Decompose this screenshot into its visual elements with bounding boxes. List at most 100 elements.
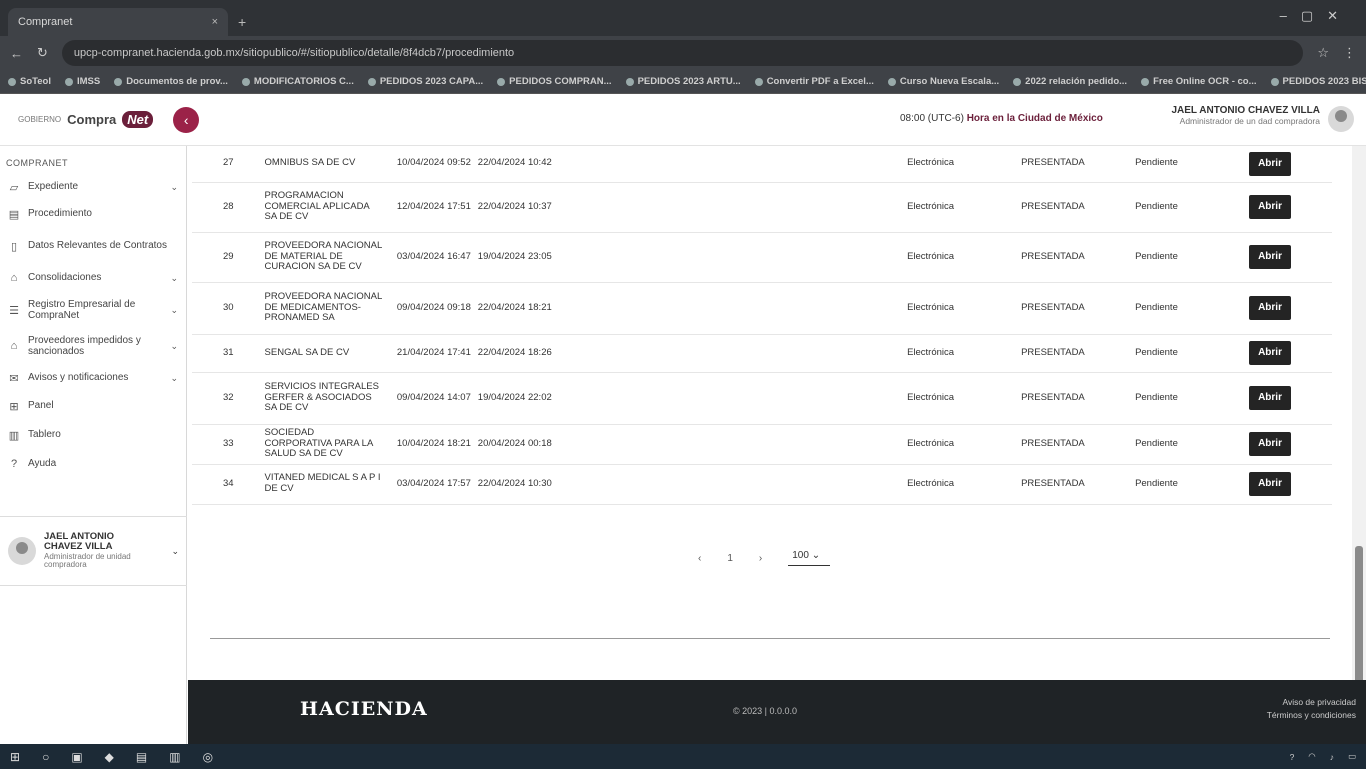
table-cell: Abrir: [1249, 334, 1332, 373]
building-icon: ⌂: [10, 340, 18, 352]
next-page-button[interactable]: ›: [759, 553, 762, 564]
table-cell: Abrir: [1249, 182, 1332, 233]
compranet-logo[interactable]: GOBIERNO Compra Net: [18, 111, 154, 128]
bookmark-item[interactable]: Free Online OCR - co...: [1141, 76, 1257, 87]
sidebar-item-proveedores[interactable]: ⌂ Proveedores impedidos y sancionados ⌄: [0, 328, 186, 364]
abrir-button[interactable]: Abrir: [1249, 432, 1291, 456]
page-size-select[interactable]: 100 ⌄: [788, 550, 831, 566]
sidebar-user[interactable]: JAEL ANTONIO CHAVEZ VILLA Administrador …: [0, 516, 187, 586]
logo-text: Compra: [67, 112, 117, 127]
bookmark-item[interactable]: IMSS: [64, 76, 100, 87]
sidebar-item-avisos[interactable]: ✉ Avisos y notificaciones ⌄: [0, 364, 186, 392]
task-view-icon[interactable]: ▣: [71, 750, 82, 764]
bookmark-item[interactable]: PEDIDOS 2023 CAPA...: [367, 76, 483, 87]
table-cell: Pendiente: [1135, 282, 1250, 335]
tab-title: Compranet: [18, 16, 73, 28]
app-icon[interactable]: ◎: [203, 750, 213, 764]
table-cell: 29: [192, 232, 265, 283]
bookmark-item[interactable]: PEDIDOS 2023 ARTU...: [625, 76, 741, 87]
bookmark-item[interactable]: SoTeol: [8, 76, 51, 87]
abrir-button[interactable]: Abrir: [1249, 152, 1291, 176]
table-cell: PROVEEDORA NACIONAL DE MATERIAL DE CURAC…: [264, 232, 389, 283]
menu-icon[interactable]: ⋮: [1343, 45, 1356, 61]
abrir-button[interactable]: Abrir: [1249, 386, 1291, 410]
sidebar-item-ayuda[interactable]: ? Ayuda: [0, 450, 186, 478]
table-cell: Electrónica: [907, 372, 1022, 425]
table-cell: PROGRAMACION COMERCIAL APLICADA SA DE CV: [264, 182, 389, 233]
bookmarks-bar: SoTeol IMSS Documentos de prov... MODIFI…: [0, 70, 1366, 94]
abrir-button[interactable]: Abrir: [1249, 296, 1291, 320]
current-page[interactable]: 1: [727, 553, 733, 564]
window-controls[interactable]: –▢✕: [1280, 8, 1352, 24]
table-cell: Abrir: [1249, 146, 1332, 183]
help-icon[interactable]: ?: [1290, 752, 1295, 762]
notification-icon[interactable]: ▭: [1348, 751, 1356, 762]
sidebar-item-tablero[interactable]: ▥ Tablero: [0, 420, 186, 450]
star-icon[interactable]: ☆: [1317, 45, 1329, 61]
table-row: 34 VITANED MEDICAL S A P I DE CV 03/04/2…: [192, 464, 1332, 505]
abrir-button[interactable]: Abrir: [1249, 195, 1291, 219]
privacy-link[interactable]: Aviso de privacidad: [1267, 696, 1356, 709]
table-cell: 33: [192, 424, 265, 465]
bookmark-item[interactable]: Curso Nueva Escala...: [887, 76, 999, 87]
browser-tab[interactable]: Compranet ×: [8, 8, 228, 36]
close-tab-icon[interactable]: ×: [212, 16, 218, 28]
chevron-down-icon[interactable]: ⌄: [171, 546, 179, 557]
server-time: 08:00 (UTC-6) Hora en la Ciudad de Méxic…: [900, 113, 1103, 124]
bookmark-item[interactable]: 2022 relación pedido...: [1013, 76, 1127, 87]
table-cell: 21/04/2024 17:41: [388, 334, 472, 373]
sidebar-item-expediente[interactable]: ▱ Expediente ⌄: [0, 174, 186, 200]
sidebar-item-datos-relevantes[interactable]: ▯ Datos Relevantes de Contratos: [0, 228, 186, 264]
bookmark-icon: ▯: [10, 240, 18, 253]
table-cell: OMNIBUS SA DE CV: [264, 146, 389, 183]
table-cell: 22/04/2024 18:26: [471, 334, 908, 373]
windows-start-icon[interactable]: ⊞: [10, 750, 20, 764]
prev-page-button[interactable]: ‹: [698, 553, 701, 564]
url-text: upcp-compranet.hacienda.gob.mx/sitiopubl…: [73, 47, 515, 59]
abrir-button[interactable]: Abrir: [1249, 341, 1291, 365]
sidebar-item-procedimiento[interactable]: ▤ Procedimiento: [0, 200, 186, 228]
folder-icon: ▱: [9, 181, 19, 194]
bookmark-item[interactable]: Convertir PDF a Excel...: [754, 76, 874, 87]
table-cell: Pendiente: [1135, 464, 1250, 505]
divider: [210, 638, 1330, 639]
bookmark-item[interactable]: Documentos de prov...: [114, 76, 228, 87]
search-icon[interactable]: ○: [42, 750, 49, 764]
bookmark-item[interactable]: PEDIDOS COMPRAN...: [497, 76, 612, 87]
scrollbar[interactable]: [1352, 146, 1366, 744]
address-bar[interactable]: upcp-compranet.hacienda.gob.mx/sitiopubl…: [61, 40, 1304, 66]
sidebar-item-panel[interactable]: ⊞ Panel: [0, 392, 186, 420]
app-icon[interactable]: ▤: [136, 750, 147, 764]
system-tray[interactable]: ? ◠ ♪ ▭: [1290, 751, 1356, 762]
chevron-down-icon: ⌄: [811, 550, 821, 561]
header-user[interactable]: JAEL ANTONIO CHAVEZ VILLA Administrador …: [1171, 105, 1320, 126]
terms-link[interactable]: Términos y condiciones: [1267, 709, 1356, 722]
volume-icon[interactable]: ♪: [1330, 752, 1334, 762]
abrir-button[interactable]: Abrir: [1249, 245, 1291, 269]
sidebar-title: COMPRANET: [6, 158, 69, 168]
table-cell: Pendiente: [1135, 146, 1250, 183]
reload-icon[interactable]: ↻: [37, 45, 48, 61]
table-cell: Abrir: [1249, 372, 1332, 425]
new-tab-button[interactable]: +: [238, 14, 246, 30]
bookmark-item[interactable]: MODIFICATORIOS C...: [241, 76, 354, 87]
sidebar-item-consolidaciones[interactable]: ⌂ Consolidaciones ⌄: [0, 264, 186, 292]
sidebar-item-registro-empresarial[interactable]: ☰ Registro Empresarial de CompraNet ⌄: [0, 292, 186, 328]
browser-toolbar: ← ↻ upcp-compranet.hacienda.gob.mx/sitio…: [0, 36, 1366, 70]
app-icon[interactable]: ▥: [169, 750, 180, 764]
network-icon[interactable]: ◠: [1308, 751, 1315, 762]
table-row: 30 PROVEEDORA NACIONAL DE MEDICAMENTOS-P…: [192, 282, 1332, 335]
sidebar-user-role: Administrador de unidad compradora: [44, 551, 131, 570]
table-cell: PRESENTADA: [1021, 372, 1136, 425]
table-row: 29 PROVEEDORA NACIONAL DE MATERIAL DE CU…: [192, 232, 1332, 283]
avatar[interactable]: [1328, 106, 1354, 132]
abrir-button[interactable]: Abrir: [1249, 472, 1291, 496]
bookmark-item[interactable]: PEDIDOS 2023 BISA...: [1270, 76, 1366, 87]
chevron-down-icon: ⌄: [170, 340, 178, 351]
back-icon[interactable]: ←: [10, 46, 23, 61]
table-cell: Pendiente: [1135, 424, 1250, 465]
app-icon[interactable]: ◆: [105, 750, 114, 764]
table-cell: Pendiente: [1135, 372, 1250, 425]
collapse-sidebar-button[interactable]: ‹: [173, 106, 200, 133]
table-cell: Electrónica: [907, 232, 1022, 283]
